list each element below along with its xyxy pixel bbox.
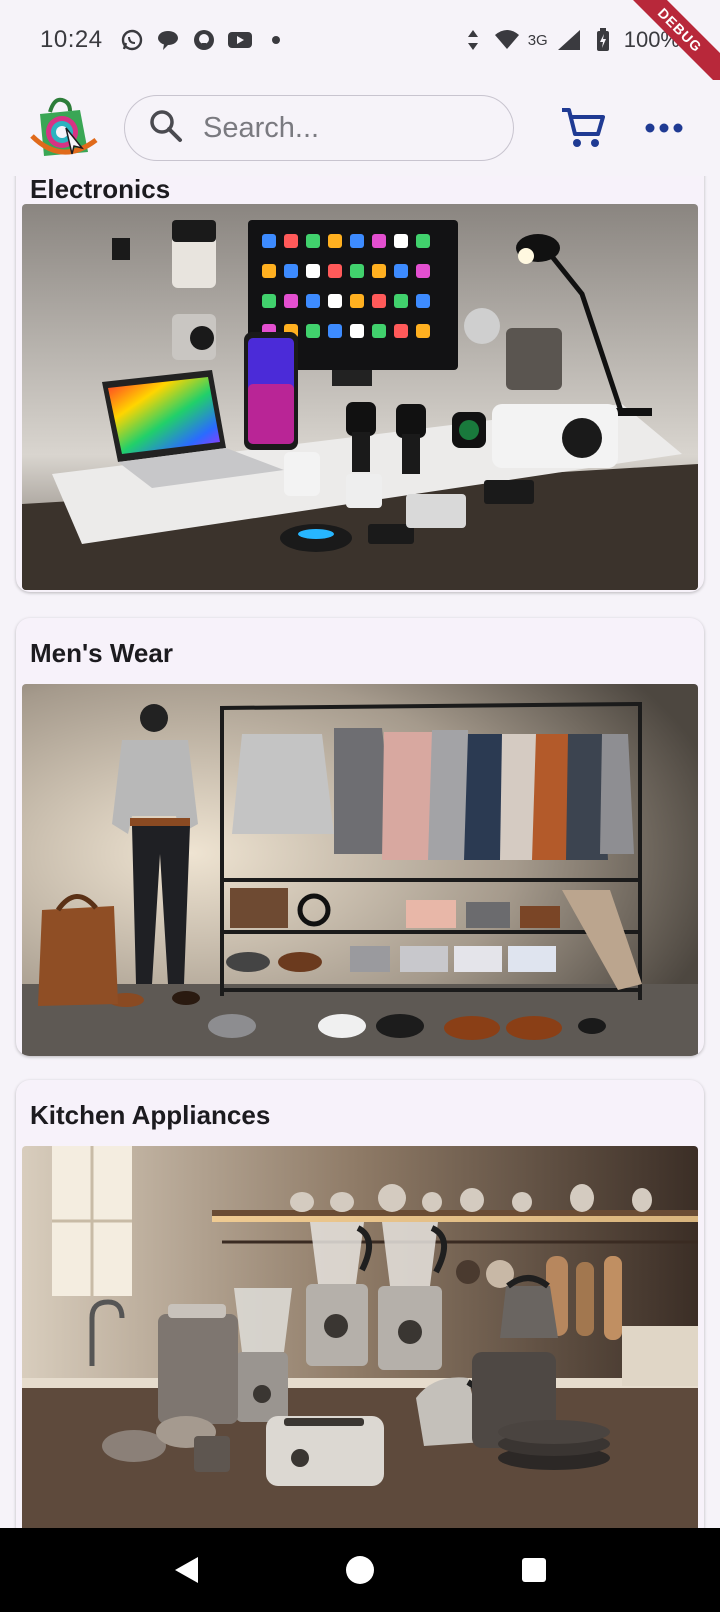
recents-icon <box>522 1558 546 1582</box>
home-icon <box>346 1556 374 1584</box>
shopping-cart-button[interactable] <box>558 103 608 153</box>
search-bar[interactable] <box>124 95 514 161</box>
whatsapp-icon <box>119 27 145 53</box>
more-horizontal-icon <box>645 123 683 133</box>
category-list[interactable]: Electronics Men's Wear Kitchen Appliance… <box>0 176 720 1528</box>
category-card-kitchen-appliances[interactable]: Kitchen Appliances <box>16 1080 704 1528</box>
back-icon <box>175 1557 198 1583</box>
signal-icon <box>556 27 582 53</box>
navigation-bar <box>0 1528 720 1612</box>
chat-icon <box>155 27 181 53</box>
category-title: Electronics <box>30 176 171 204</box>
app-logo[interactable] <box>26 92 98 164</box>
wifi-icon <box>494 27 520 53</box>
category-card-electronics[interactable]: Electronics <box>16 176 704 592</box>
kitchen-appliances-image <box>22 1146 698 1528</box>
app-bar <box>0 80 720 176</box>
category-title: Men's Wear <box>30 638 173 668</box>
mens-wear-image <box>22 684 698 1056</box>
search-icon <box>149 109 183 148</box>
data-arrows-icon <box>460 27 486 53</box>
status-right: 3G 100% <box>460 27 680 53</box>
home-button[interactable] <box>343 1553 377 1587</box>
battery-icon <box>590 27 616 53</box>
more-options-button[interactable] <box>642 106 686 150</box>
search-input[interactable] <box>201 110 465 146</box>
status-time: 10:24 <box>40 26 103 53</box>
category-card-mens-wear[interactable]: Men's Wear <box>16 618 704 1056</box>
network-type: 3G <box>527 31 548 49</box>
youtube-icon <box>227 27 253 53</box>
status-bar: 10:24 3G 100% <box>0 0 720 80</box>
shopping-cart-icon <box>562 108 605 147</box>
recents-button[interactable] <box>517 1553 551 1587</box>
status-left: 10:24 <box>40 26 289 54</box>
electronics-image <box>22 204 698 590</box>
category-title: Kitchen Appliances <box>30 1100 271 1130</box>
github-icon <box>191 27 217 53</box>
dot-icon <box>263 27 289 53</box>
back-button[interactable] <box>169 1553 203 1587</box>
